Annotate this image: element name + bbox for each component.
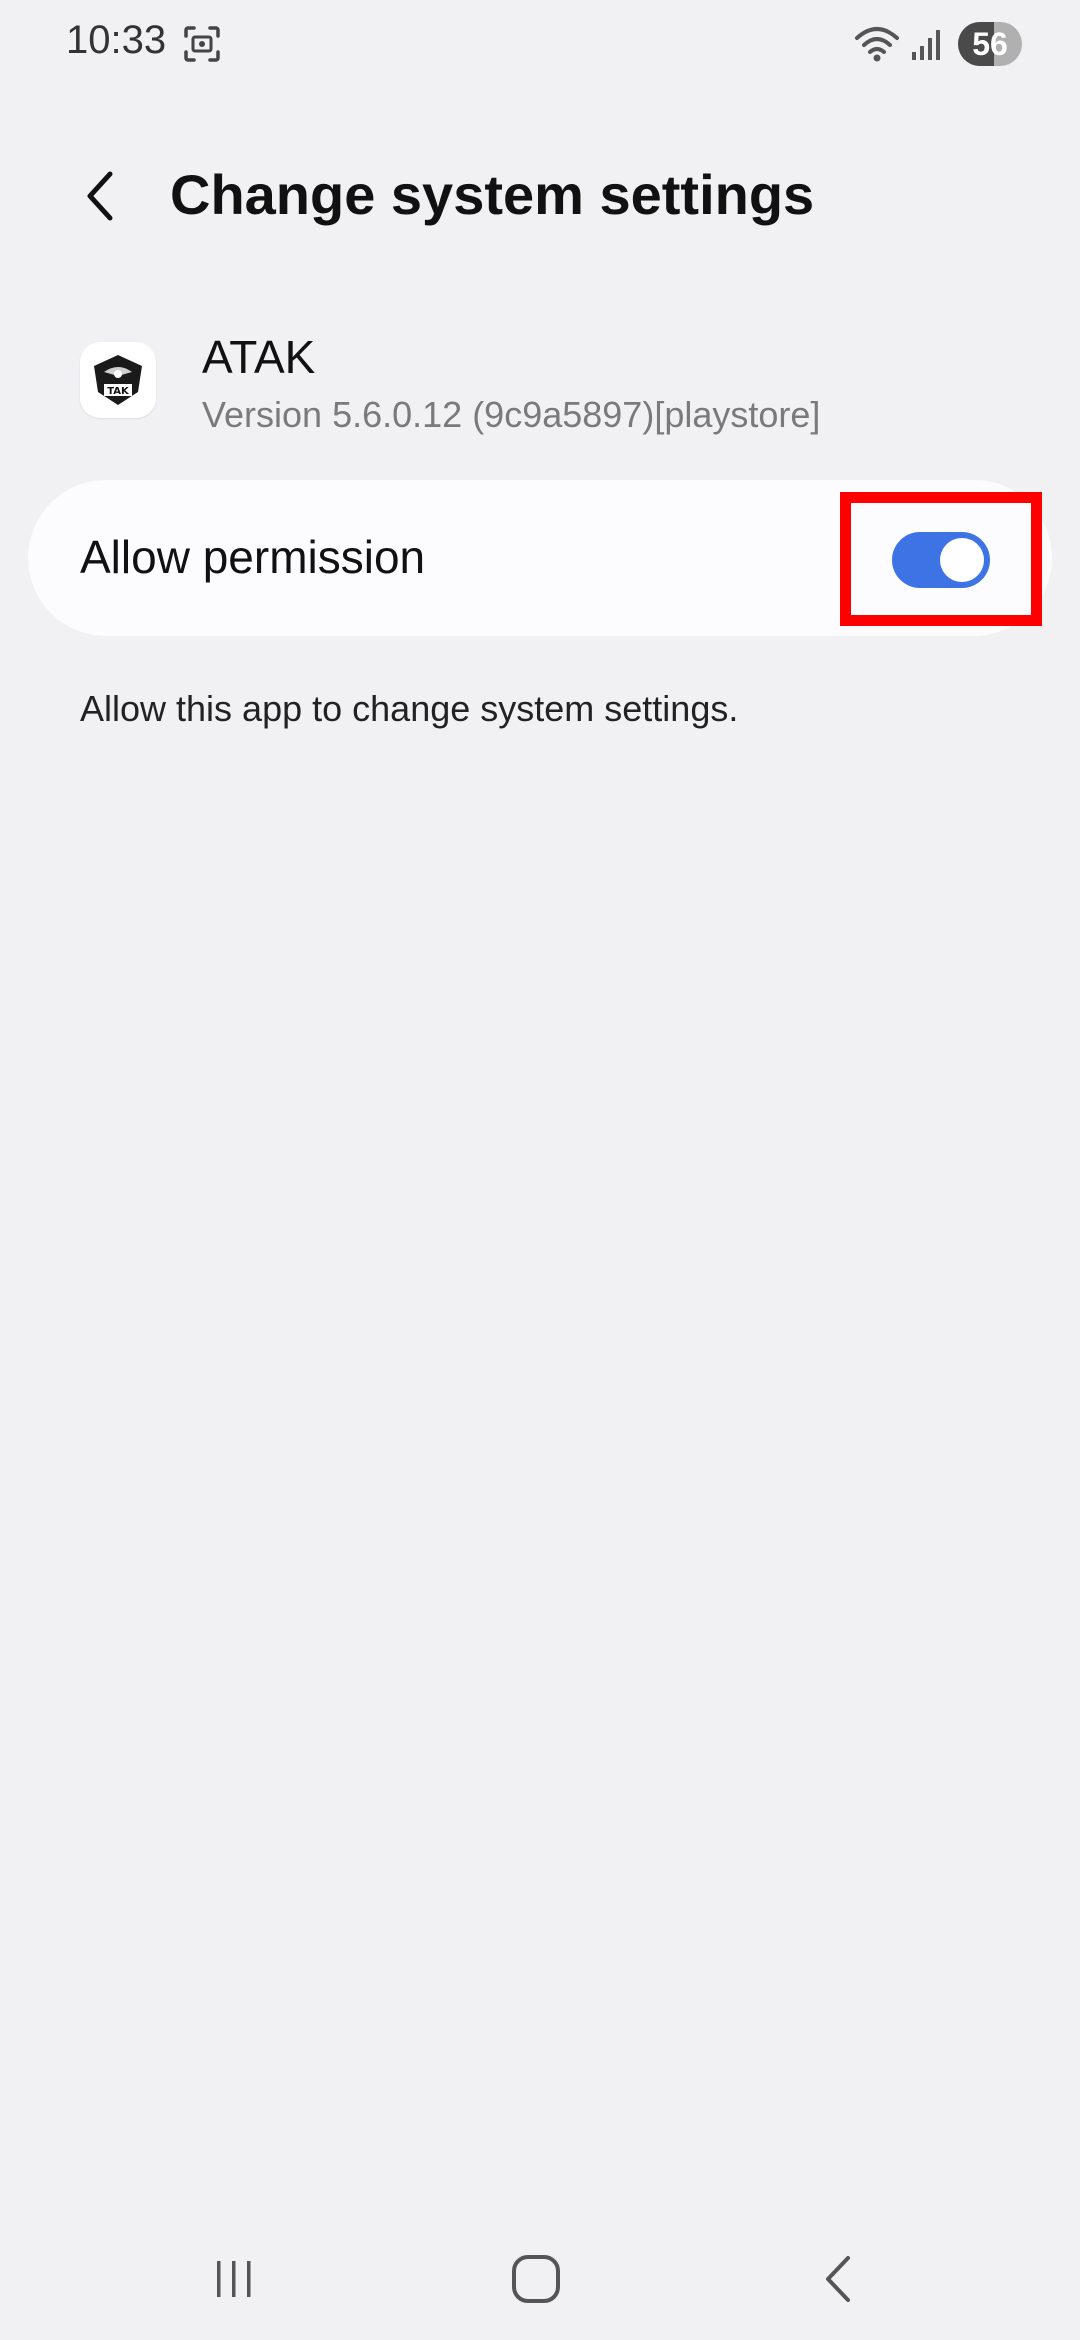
app-info: TAK ATAK Version 5.6.0.12 (9c9a5897)[pla… <box>0 320 1080 450</box>
back-button[interactable] <box>70 160 130 232</box>
home-button[interactable] <box>496 2244 576 2314</box>
signal-icon <box>912 30 940 60</box>
wifi-icon <box>855 27 899 62</box>
app-icon-text: TAK <box>107 386 130 397</box>
atak-logo-icon: TAK <box>94 355 142 405</box>
permission-card[interactable]: Allow permission <box>28 480 1052 636</box>
status-time: 10:33 <box>66 18 167 62</box>
header: Change system settings <box>0 140 1080 250</box>
screenshot-icon <box>184 26 220 62</box>
app-version: Version 5.6.0.12 (9c9a5897)[playstore] <box>202 394 821 435</box>
home-icon <box>512 2255 560 2303</box>
page-title: Change system settings <box>170 163 815 226</box>
back-icon <box>826 2256 850 2302</box>
toggle-knob <box>940 538 984 582</box>
battery-level: 56 <box>972 25 1008 62</box>
recent-apps-button[interactable] <box>194 2244 274 2314</box>
recent-apps-icon <box>217 2261 251 2297</box>
status-icons: 56 <box>854 18 1022 70</box>
navigation-bar <box>0 2220 1080 2330</box>
permission-label: Allow permission <box>80 531 426 583</box>
permission-description: Allow this app to change system settings… <box>80 688 739 729</box>
status-bar: 10:33 56 <box>0 0 1080 90</box>
chevron-left-icon <box>87 171 113 221</box>
nav-back-button[interactable] <box>798 2244 878 2314</box>
app-name: ATAK <box>202 331 316 383</box>
allow-permission-toggle[interactable] <box>892 532 990 588</box>
app-icon: TAK <box>80 342 156 418</box>
battery-icon: 56 <box>958 22 1022 66</box>
